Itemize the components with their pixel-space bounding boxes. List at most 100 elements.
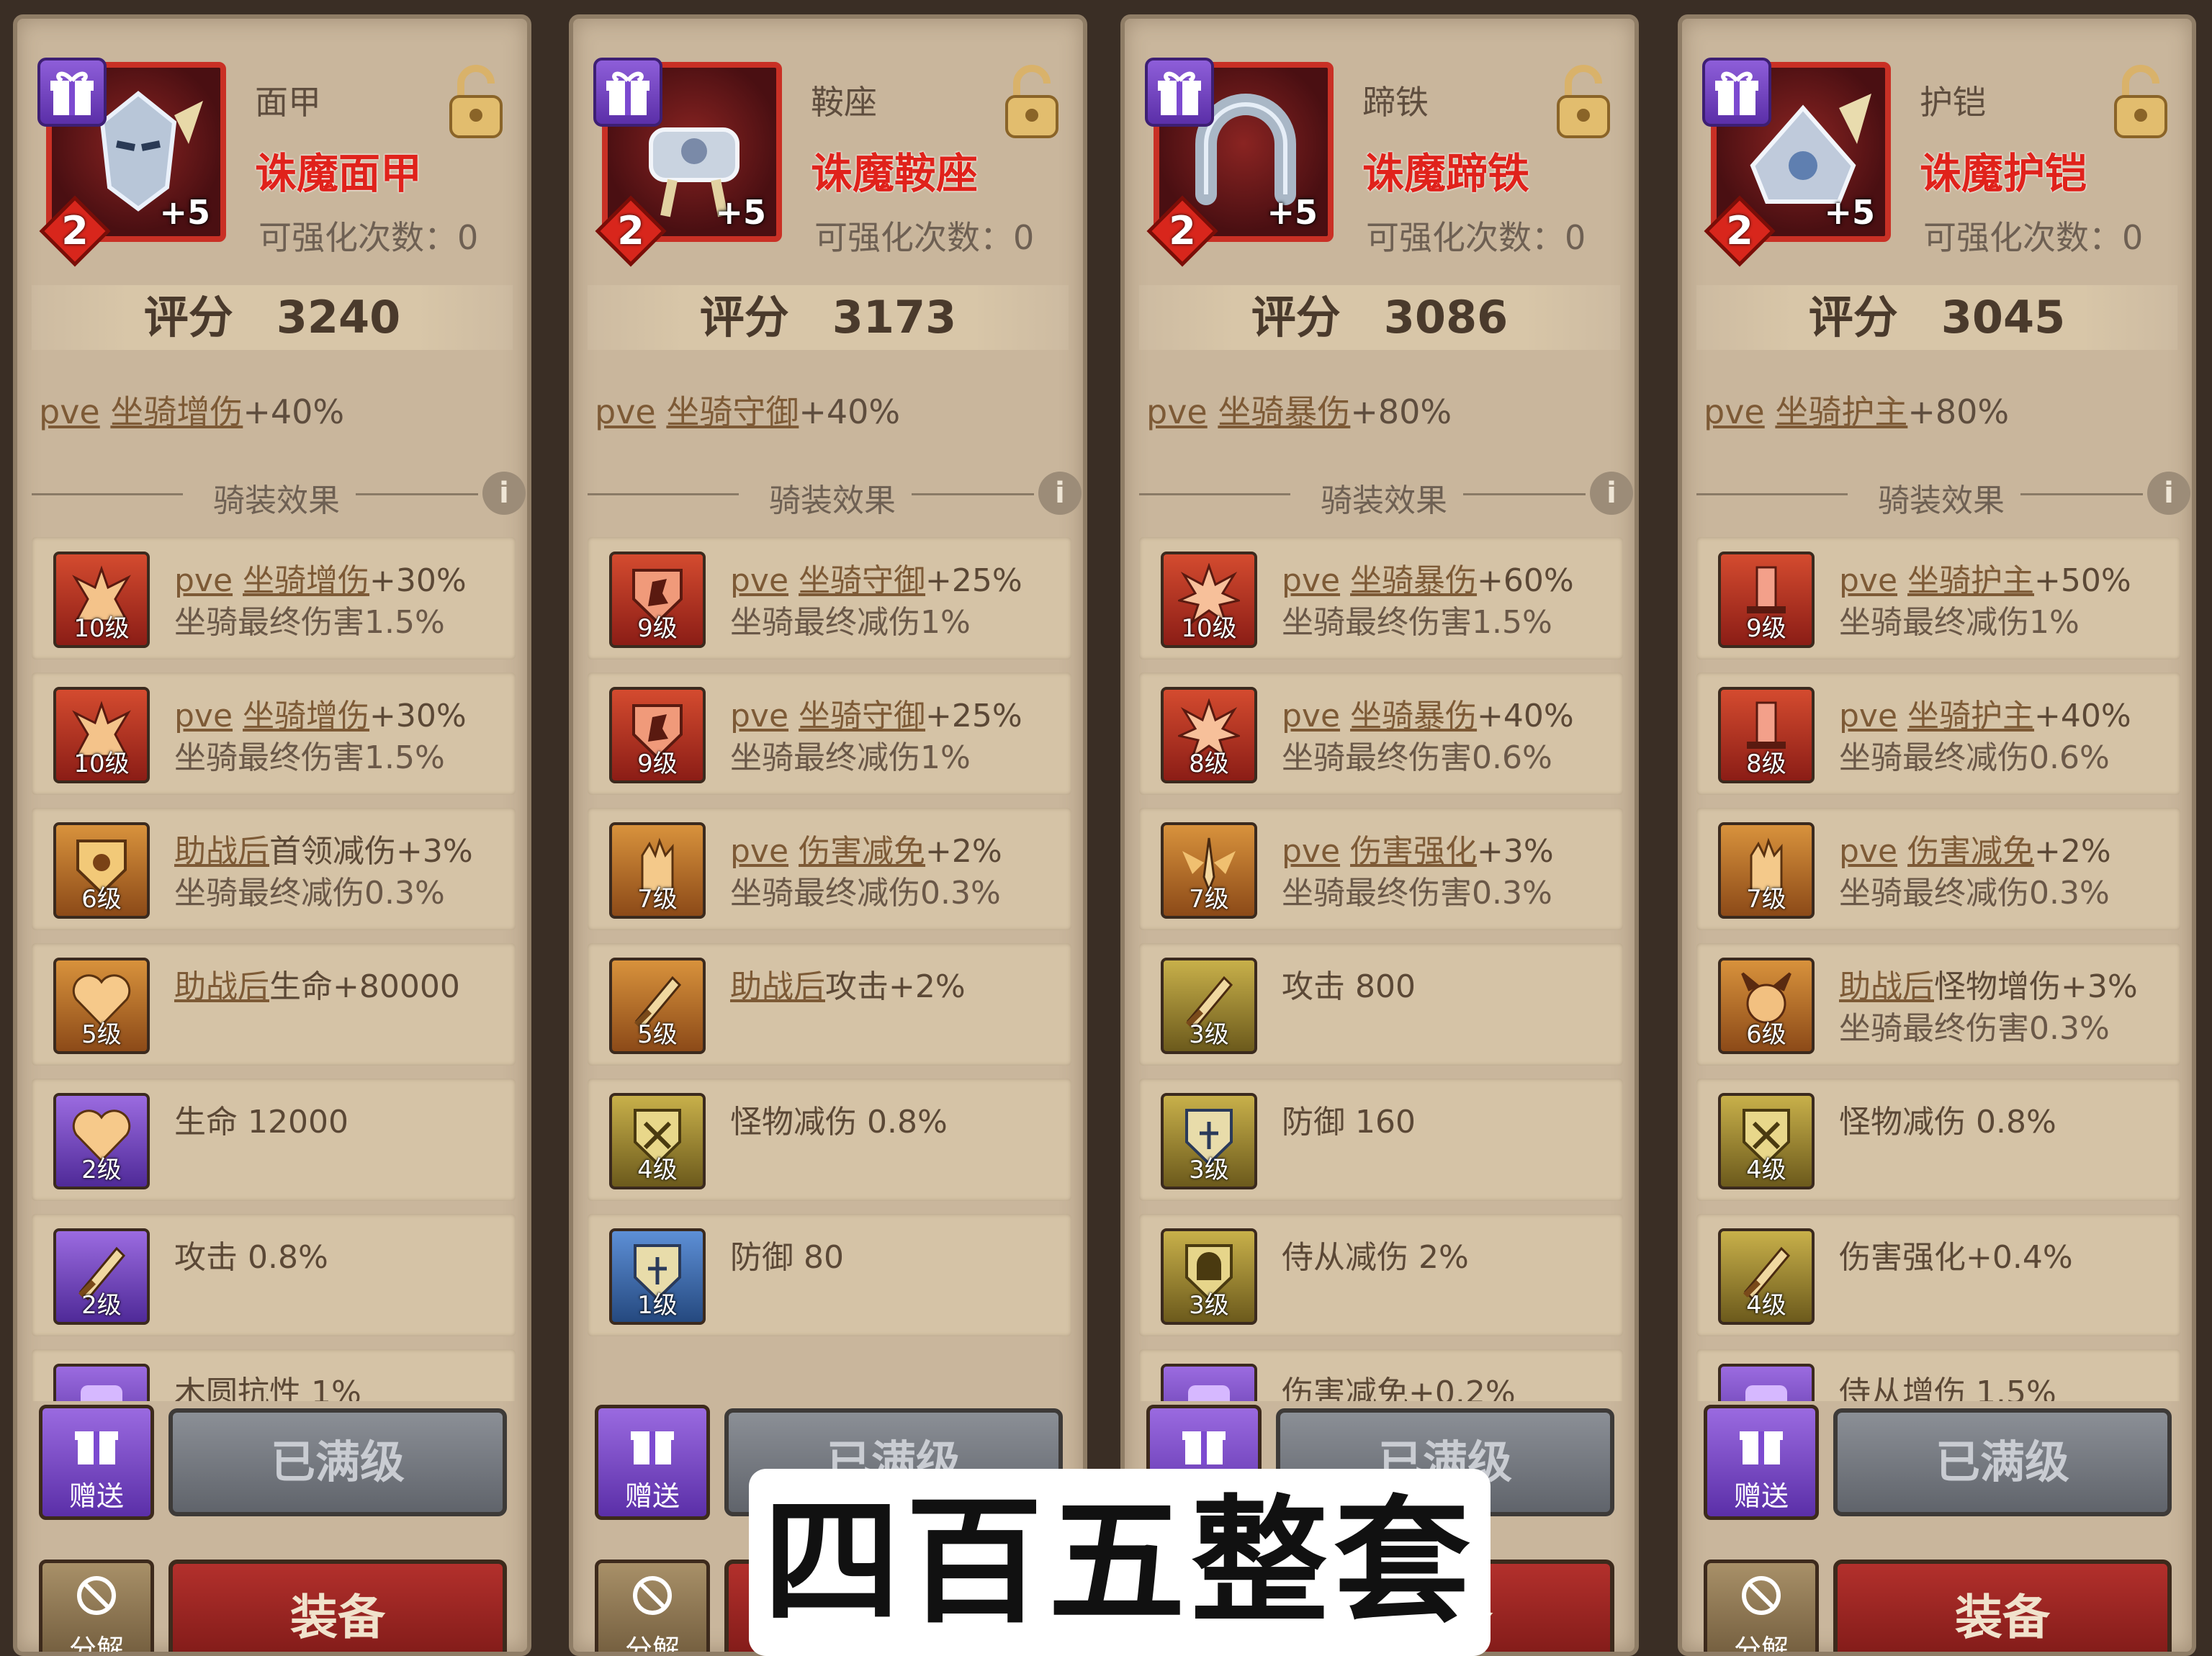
effect-name[interactable]: 坐骑增伤 <box>243 698 369 734</box>
attr-value: +40% <box>799 392 901 431</box>
effect-level: 10级 <box>73 750 130 778</box>
lock-icon[interactable] <box>999 62 1064 141</box>
effect-level: 3级 <box>1189 1020 1229 1049</box>
effect-line1: pve 伤害减免+2% <box>1839 831 2111 873</box>
tier-number: 2 <box>1726 208 1753 253</box>
info-icon[interactable]: i <box>1038 472 1082 515</box>
effect-prefix[interactable]: pve <box>730 833 788 870</box>
enhance-level: +5 <box>715 193 766 232</box>
caption-overlay: 四百五整套 <box>749 1469 1491 1656</box>
effect-prefix[interactable]: pve <box>1282 833 1340 870</box>
gift-button[interactable]: 赠送 <box>1704 1405 1819 1520</box>
attr-name[interactable]: 坐骑增伤 <box>110 392 243 431</box>
effect-name[interactable]: 坐骑护主 <box>1907 562 2034 599</box>
attr-name[interactable]: 坐骑暴伤 <box>1218 392 1350 431</box>
effect-name[interactable]: 坐骑增伤 <box>243 562 369 599</box>
gift-icon <box>631 1431 674 1464</box>
effect-text: 助战后怪物增伤+3% 坐骑最终伤害0.3% <box>1839 966 2138 1050</box>
effect-value: 怪物减伤 0.8% <box>730 1104 948 1140</box>
attr-name[interactable]: 坐骑守御 <box>666 392 799 431</box>
section-divider: 骑装效果 i <box>580 469 1083 519</box>
effect-prefix[interactable]: pve <box>1839 562 1897 599</box>
effect-name[interactable]: 坐骑护主 <box>1907 698 2034 734</box>
effect-name[interactable]: 助战后 <box>174 968 269 1005</box>
info-icon[interactable]: i <box>2147 472 2190 515</box>
effect-prefix[interactable]: pve <box>1839 698 1897 734</box>
effect-row: 7级 pve 伤害减免+2% 坐骑最终减伤0.3% <box>588 808 1071 930</box>
attr-name[interactable]: 坐骑护主 <box>1775 392 1907 431</box>
effect-name[interactable]: 坐骑暴伤 <box>1350 562 1477 599</box>
effect-value: 防御 80 <box>730 1239 844 1276</box>
effect-level: 7级 <box>1189 885 1229 914</box>
effect-text: 助战后首领减伤+3% 坐骑最终减伤0.3% <box>174 831 473 914</box>
shield-icon: 3级 <box>1161 1093 1257 1189</box>
attr-space <box>656 392 667 431</box>
effect-text: pve 坐骑护主+50% 坐骑最终减伤1% <box>1839 560 2131 644</box>
effect-name[interactable]: 坐骑守御 <box>799 562 925 599</box>
demon-icon: 6级 <box>1718 958 1815 1054</box>
bull-shield-icon: 6级 <box>53 822 150 919</box>
attr-prefix[interactable]: pve <box>1146 392 1208 431</box>
effect-value: 伤害减免+0.2% <box>1282 1374 1516 1401</box>
effect-text: 怪物减伤 0.8% <box>730 1102 948 1143</box>
equip-button[interactable]: 装备 <box>1833 1560 2172 1652</box>
effect-value: 攻击+2% <box>825 968 966 1005</box>
attr-prefix[interactable]: pve <box>595 392 656 431</box>
effect-name[interactable]: 坐骑守御 <box>799 698 925 734</box>
effect-text: pve 伤害减免+2% 坐骑最终减伤0.3% <box>730 831 1002 914</box>
effect-prefix[interactable]: pve <box>174 562 233 599</box>
effect-name[interactable]: 伤害强化 <box>1350 833 1477 870</box>
effect-line1: 防御 160 <box>1282 1102 1416 1143</box>
lock-icon[interactable] <box>1551 62 1616 141</box>
decompose-button[interactable]: 分解 <box>39 1560 154 1652</box>
gift-button[interactable]: 赠送 <box>595 1405 710 1520</box>
effect-prefix[interactable]: pve <box>730 562 788 599</box>
guard-icon: 8级 <box>1718 687 1815 783</box>
equip-button[interactable]: 装备 <box>168 1560 507 1652</box>
effect-prefix[interactable]: pve <box>730 698 788 734</box>
gift-badge-icon <box>593 58 662 127</box>
sword-icon: 2级 <box>53 1228 150 1325</box>
score-value: 3045 <box>1941 291 2066 343</box>
decompose-button[interactable]: 分解 <box>595 1560 710 1652</box>
gift-button[interactable]: 赠送 <box>39 1405 154 1520</box>
decompose-button[interactable]: 分解 <box>1704 1560 1819 1652</box>
lock-icon[interactable] <box>444 62 508 141</box>
attr-prefix[interactable]: pve <box>1704 392 1765 431</box>
effect-line2: 坐骑最终伤害1.5% <box>174 604 445 641</box>
horse-shield-icon: 9级 <box>609 687 706 783</box>
effect-row: 3级 攻击 800 <box>1139 943 1623 1066</box>
max-level-button[interactable]: 已满级 <box>168 1408 507 1516</box>
info-icon[interactable]: i <box>482 472 526 515</box>
effect-name[interactable]: 坐骑暴伤 <box>1350 698 1477 734</box>
effect-name[interactable]: 助战后 <box>174 833 269 870</box>
effect-prefix[interactable]: pve <box>174 698 233 734</box>
effect-row: 3级 侍从减伤 2% <box>1139 1214 1623 1336</box>
effect-line2: 坐骑最终伤害0.3% <box>1282 875 1552 912</box>
effect-row: 侍从增伤 1.5% <box>1696 1349 2180 1401</box>
gift-icon <box>75 1431 118 1464</box>
effect-prefix[interactable]: pve <box>1839 833 1897 870</box>
info-icon[interactable]: i <box>1590 472 1633 515</box>
effect-row: 2级 攻击 0.8% <box>32 1214 516 1336</box>
effect-prefix[interactable]: pve <box>1282 562 1340 599</box>
effect-text: 助战后攻击+2% <box>730 966 966 1008</box>
effect-name[interactable]: 助战后 <box>1839 968 1934 1005</box>
effect-line2: 坐骑最终减伤1% <box>730 739 971 776</box>
tier-badge: 2 <box>1704 195 1776 267</box>
effect-level: 2级 <box>81 1156 122 1184</box>
section-divider: 骑装效果 i <box>24 469 527 519</box>
effect-name[interactable]: 伤害减免 <box>1907 833 2034 870</box>
attr-prefix[interactable]: pve <box>39 392 100 431</box>
equipment-panel: +5 2 面甲 诛魔面甲 可强化次数：0 评分 3240 pve 坐骑增伤+40% 骑装效果 i 1… <box>13 14 531 1656</box>
red-crest-icon: 10级 <box>53 552 150 648</box>
effect-level: 5级 <box>637 1020 678 1049</box>
effect-name[interactable]: 助战后 <box>730 968 825 1005</box>
lock-icon[interactable] <box>2108 62 2173 141</box>
max-level-button[interactable]: 已满级 <box>1833 1408 2172 1516</box>
effect-name[interactable]: 伤害减免 <box>799 833 925 870</box>
effect-level: 2级 <box>81 1291 122 1320</box>
effect-line1: 防御 80 <box>730 1237 844 1279</box>
section-title: 骑装效果 <box>1321 482 1447 519</box>
effect-prefix[interactable]: pve <box>1282 698 1340 734</box>
